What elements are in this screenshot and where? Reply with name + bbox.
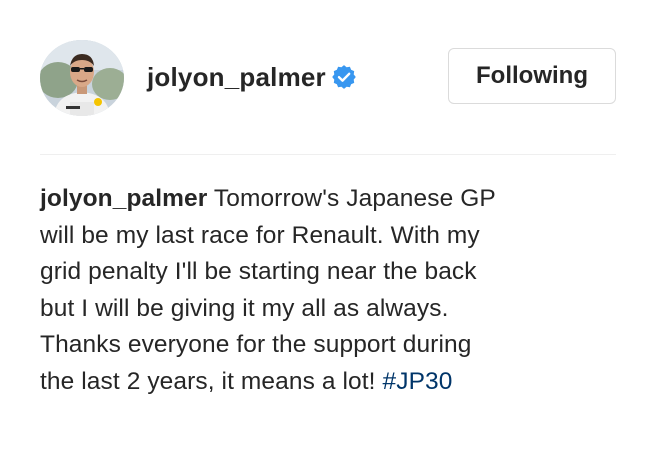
avatar[interactable] <box>40 40 124 116</box>
caption-line: grid penalty I'll be starting near the b… <box>40 258 477 285</box>
caption-line: will be my last race for Renault. With m… <box>40 221 480 249</box>
post-caption: jolyon_palmer Tomorrow's Japanese GP wil… <box>40 181 620 400</box>
caption-line: the last 2 years, it means a lot! #JP30 <box>40 364 620 401</box>
caption-username-link[interactable]: jolyon_palmer <box>40 185 207 212</box>
caption-line: Thanks everyone for the support during <box>40 331 472 358</box>
caption-line: but I will be giving it my all as always… <box>40 294 449 322</box>
username-link[interactable]: jolyon_palmer <box>147 62 356 93</box>
post-header: jolyon_palmer Following <box>40 40 616 116</box>
username-text[interactable]: jolyon_palmer <box>147 62 326 92</box>
caption-text: Tomorrow's Japanese GP <box>213 185 496 212</box>
following-button[interactable]: Following <box>448 48 616 104</box>
header-divider <box>40 154 616 155</box>
hashtag-link[interactable]: #JP30 <box>383 368 453 395</box>
caption-text: the last 2 years, it means a lot! <box>40 367 376 395</box>
avatar-photo <box>40 40 124 116</box>
caption-line: jolyon_palmer Tomorrow's Japanese GP <box>40 181 620 218</box>
verified-badge-icon <box>332 65 356 89</box>
